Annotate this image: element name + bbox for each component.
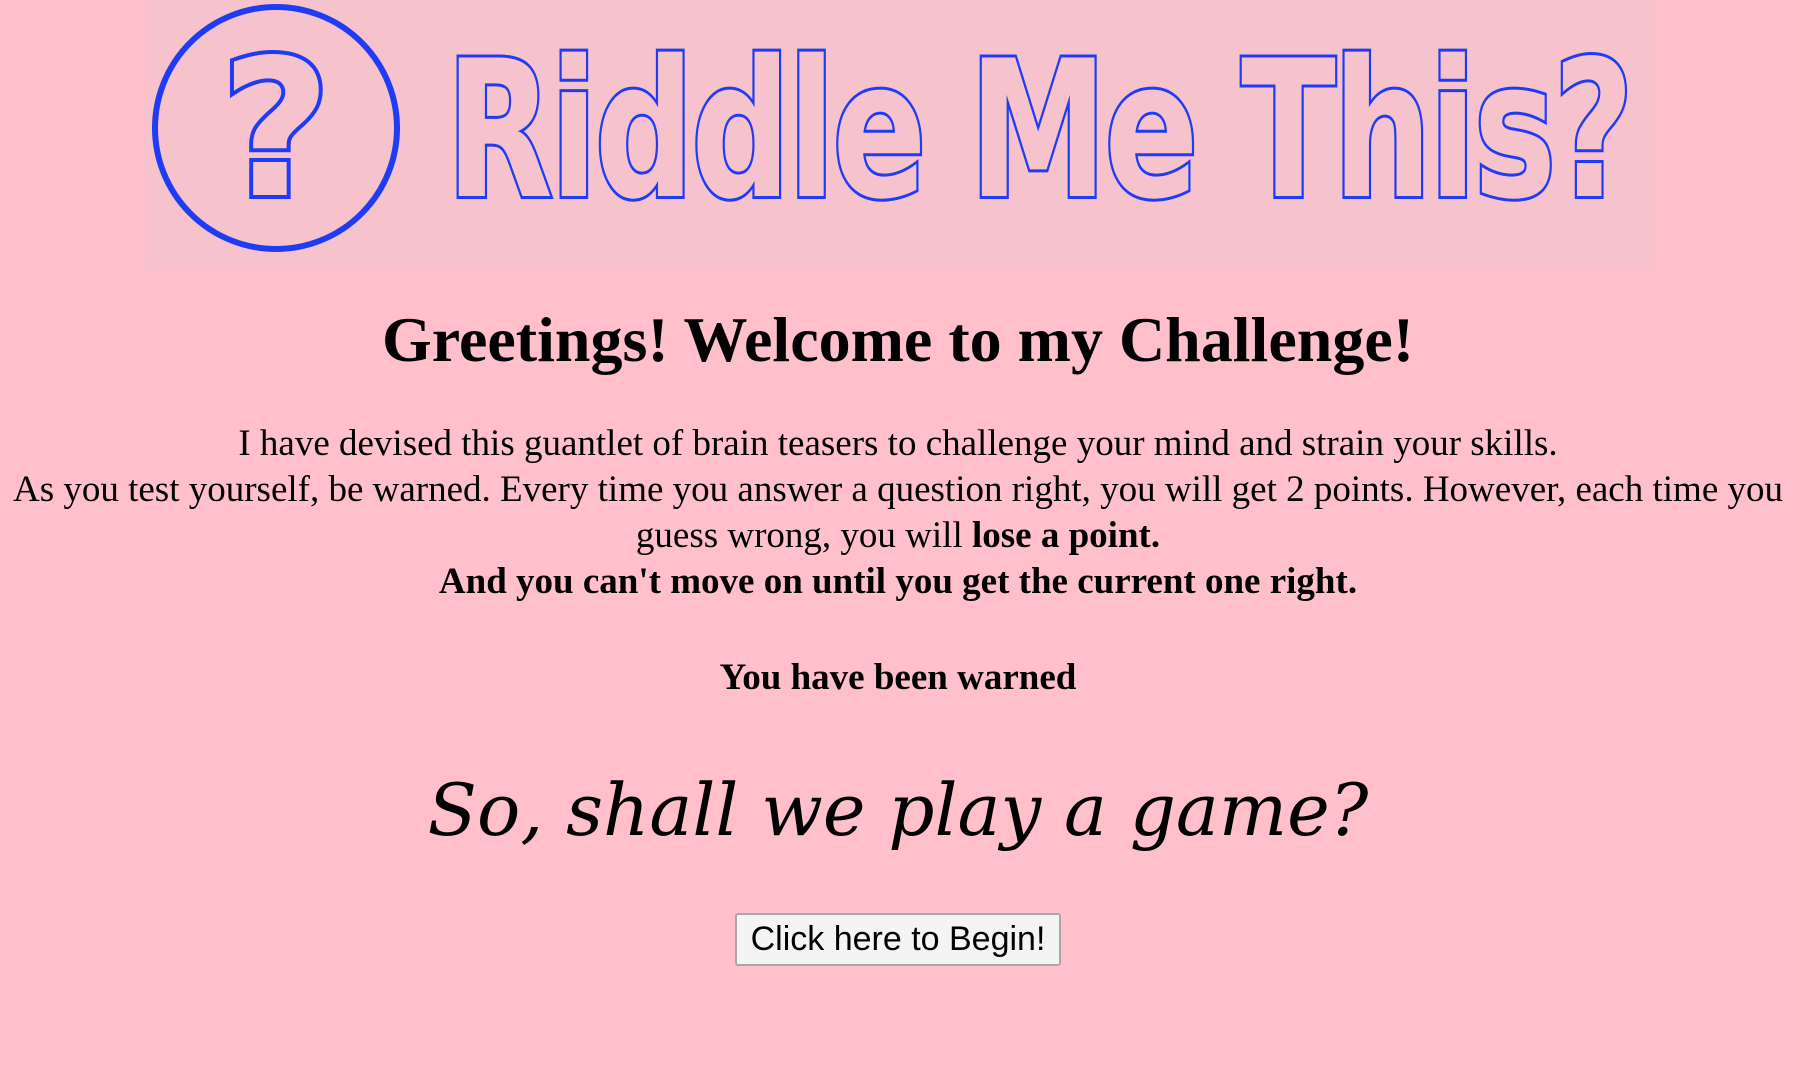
intro-line-1: I have devised this guantlet of brain te… (238, 422, 1558, 464)
intro-line-2-text: As you test yourself, be warned. Every t… (12, 468, 1783, 556)
intro-line-2: As you test yourself, be warned. Every t… (0, 467, 1796, 559)
play-game-invitation: So, shall we play a game? (427, 767, 1369, 852)
question-circle-icon: ? (152, 4, 400, 252)
begin-button-wrapper: Click here to Begin! (0, 912, 1796, 966)
riddle-me-this-banner: ? Riddle Me This? (146, 0, 1654, 270)
question-mark-glyph: ? (221, 19, 331, 240)
begin-button[interactable]: Click here to Begin! (734, 912, 1062, 966)
warning-text: You have been warned (719, 656, 1077, 698)
main-content: Greetings! Welcome to my Challenge! I ha… (0, 270, 1796, 966)
intro-line-3: And you can't move on until you get the … (0, 559, 1796, 605)
lose-a-point-text: lose a point. (971, 514, 1161, 556)
banner-title: Riddle Me This? (446, 20, 1631, 241)
cant-move-on-text: And you can't move on until you get the … (438, 560, 1358, 602)
intro-text: I have devised this guantlet of brain te… (0, 421, 1796, 605)
page-title: Greetings! Welcome to my Challenge! (381, 304, 1415, 375)
